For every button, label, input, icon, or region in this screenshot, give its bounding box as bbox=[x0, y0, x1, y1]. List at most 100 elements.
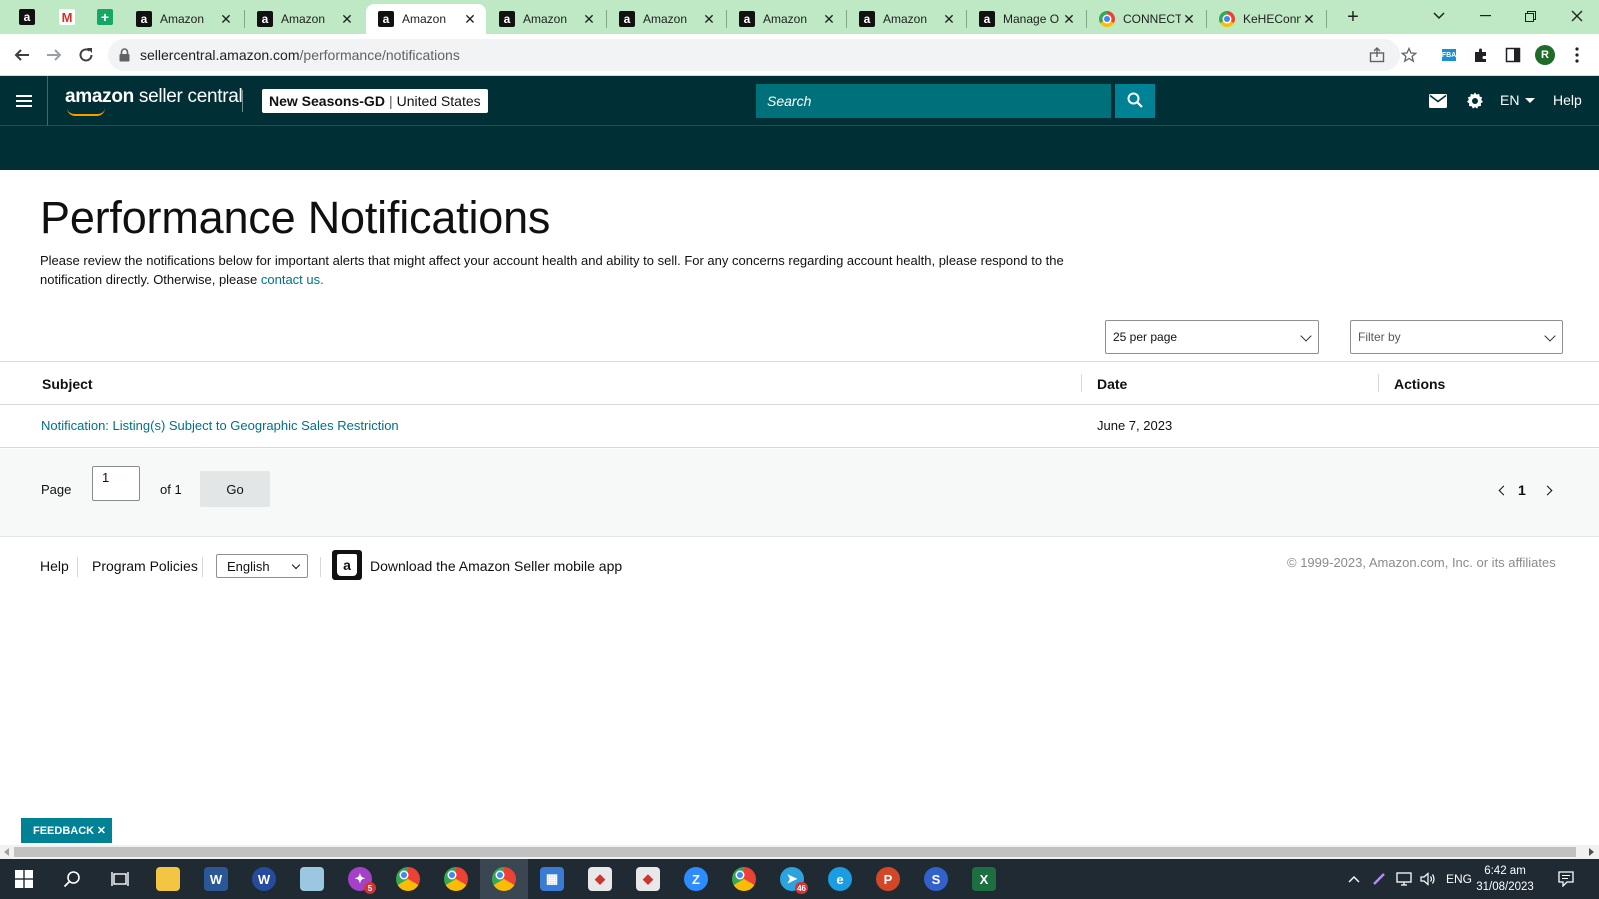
powerpoint-icon[interactable]: P bbox=[864, 859, 912, 899]
browser-tab[interactable]: a Amazon ✕ bbox=[727, 4, 845, 34]
side-panel-icon[interactable] bbox=[1502, 44, 1524, 66]
feedback-button[interactable]: FEEDBACK ✕ bbox=[21, 818, 112, 843]
browser-tab[interactable]: a Amazon ✕ bbox=[847, 4, 965, 34]
chrome-menu-icon[interactable] bbox=[1566, 44, 1588, 66]
taskbar-clock[interactable]: 6:42 am 31/08/2023 bbox=[1470, 863, 1540, 895]
close-icon[interactable]: ✕ bbox=[1301, 11, 1317, 28]
scrollbar-thumb[interactable] bbox=[14, 847, 1576, 857]
seller-app-icon[interactable]: a bbox=[332, 550, 362, 580]
notification-center-icon[interactable] bbox=[1558, 859, 1574, 899]
previous-page-icon[interactable] bbox=[1498, 485, 1509, 496]
pinned-tab-gmail[interactable]: M bbox=[52, 5, 82, 29]
browser-tab[interactable]: a Manage O ✕ bbox=[967, 4, 1085, 34]
address-bar[interactable]: sellercentral.amazon.com/performance/not… bbox=[108, 39, 1417, 71]
taskbar-search-icon[interactable] bbox=[48, 859, 96, 899]
chrome-active-icon[interactable] bbox=[480, 859, 528, 899]
contact-us-link[interactable]: contact us. bbox=[261, 272, 324, 287]
tab-search-icon[interactable] bbox=[1424, 4, 1454, 28]
fba-extension-icon[interactable]: FBA bbox=[1438, 44, 1460, 66]
chrome-profile-3-icon[interactable] bbox=[720, 859, 768, 899]
mail-icon[interactable] bbox=[1427, 90, 1449, 112]
column-header-subject[interactable]: Subject bbox=[42, 376, 93, 392]
horizontal-scrollbar[interactable] bbox=[0, 845, 1599, 859]
settings-gear-icon[interactable] bbox=[1464, 90, 1486, 112]
profile-avatar[interactable]: R bbox=[1534, 44, 1556, 66]
volume-icon[interactable] bbox=[1420, 859, 1436, 899]
footer-help-link[interactable]: Help bbox=[40, 558, 69, 574]
chrome-profile-2-icon[interactable] bbox=[432, 859, 480, 899]
language-code: EN bbox=[1500, 92, 1520, 108]
restore-icon[interactable] bbox=[1515, 4, 1545, 28]
reload-icon[interactable] bbox=[72, 42, 100, 68]
telegram-icon[interactable]: ➤ 46 bbox=[768, 859, 816, 899]
minimize-icon[interactable] bbox=[1470, 4, 1500, 28]
chrome-profile-1-icon[interactable] bbox=[384, 859, 432, 899]
edge-icon[interactable]: e bbox=[816, 859, 864, 899]
windows-start-icon[interactable] bbox=[0, 859, 48, 899]
close-icon[interactable]: ✕ bbox=[339, 11, 355, 28]
word-icon[interactable]: W bbox=[192, 859, 240, 899]
filter-by-select[interactable]: Filter by bbox=[1350, 320, 1563, 354]
close-icon[interactable]: ✕ bbox=[581, 11, 597, 28]
store-switcher[interactable]: New Seasons-GD | United States bbox=[262, 89, 488, 113]
close-icon[interactable]: ✕ bbox=[821, 11, 837, 28]
new-tab-button[interactable]: + bbox=[1341, 5, 1365, 29]
bookmark-star-icon[interactable] bbox=[1398, 45, 1420, 65]
download-app-link[interactable]: Download the Amazon Seller mobile app bbox=[370, 558, 622, 574]
browser-tab[interactable]: a Amazon ✕ bbox=[124, 4, 242, 34]
scroll-right-icon[interactable] bbox=[1589, 848, 1594, 856]
show-hidden-icons[interactable] bbox=[1348, 859, 1360, 899]
extensions-puzzle-icon[interactable] bbox=[1470, 44, 1492, 66]
go-button[interactable]: Go bbox=[200, 471, 270, 507]
close-icon[interactable]: ✕ bbox=[1061, 11, 1077, 28]
lock-icon[interactable] bbox=[118, 48, 130, 62]
browser-tab[interactable]: CONNECT ✕ bbox=[1087, 4, 1205, 34]
next-page-icon[interactable] bbox=[1542, 485, 1553, 496]
input-language[interactable]: ENG bbox=[1446, 859, 1472, 899]
network-icon[interactable] bbox=[1396, 859, 1412, 899]
browser-tab-active[interactable]: a Amazon ✕ bbox=[366, 4, 486, 34]
forward-arrow-icon[interactable] bbox=[40, 42, 68, 68]
pinned-tab-amazon[interactable]: a bbox=[12, 5, 42, 29]
word-alt-icon[interactable]: W bbox=[240, 859, 288, 899]
pen-icon[interactable] bbox=[1372, 859, 1386, 899]
close-icon[interactable]: ✕ bbox=[1181, 11, 1197, 28]
browser-tab[interactable]: a Amazon ✕ bbox=[245, 4, 363, 34]
program-policies-link[interactable]: Program Policies bbox=[92, 558, 198, 574]
close-icon[interactable]: ✕ bbox=[218, 11, 234, 28]
app-window-2-icon[interactable]: ◆ bbox=[624, 859, 672, 899]
feedback-close-icon[interactable]: ✕ bbox=[97, 824, 106, 837]
file-explorer-icon[interactable] bbox=[144, 859, 192, 899]
language-selector[interactable]: EN bbox=[1500, 92, 1536, 108]
search-button[interactable] bbox=[1115, 84, 1155, 118]
column-header-date[interactable]: Date bbox=[1097, 376, 1127, 392]
app-window-icon[interactable]: ◆ bbox=[576, 859, 624, 899]
window-close-icon[interactable] bbox=[1562, 4, 1592, 28]
pinned-tab-sheets[interactable]: + bbox=[90, 5, 120, 29]
footer-language-select[interactable]: English bbox=[216, 554, 308, 578]
excel-icon[interactable]: X bbox=[960, 859, 1008, 899]
hamburger-menu-icon[interactable] bbox=[0, 76, 48, 126]
task-view-icon[interactable] bbox=[96, 859, 144, 899]
notification-subject-link[interactable]: Notification: Listing(s) Subject to Geog… bbox=[41, 418, 399, 433]
current-page-number[interactable]: 1 bbox=[1518, 482, 1526, 498]
browser-tab[interactable]: a Amazon ✕ bbox=[487, 4, 605, 34]
scroll-left-icon[interactable] bbox=[4, 848, 9, 856]
calculator-icon[interactable]: ▦ bbox=[528, 859, 576, 899]
browser-tab[interactable]: a Amazon ✕ bbox=[607, 4, 725, 34]
search-input[interactable]: Search bbox=[756, 84, 1111, 118]
page-number-input[interactable] bbox=[92, 466, 140, 501]
seller-central-logo[interactable]: amazon seller central bbox=[65, 86, 243, 116]
messenger-icon[interactable]: ✦ 5 bbox=[336, 859, 384, 899]
close-icon[interactable]: ✕ bbox=[941, 11, 957, 28]
back-arrow-icon[interactable] bbox=[8, 42, 36, 68]
browser-tab[interactable]: KeHEConn ✕ bbox=[1207, 4, 1325, 34]
per-page-select[interactable]: 25 per page bbox=[1105, 320, 1319, 354]
zoom-icon[interactable]: Z bbox=[672, 859, 720, 899]
intro-body: Please review the notifications below fo… bbox=[40, 253, 1064, 287]
close-icon[interactable]: ✕ bbox=[462, 11, 478, 28]
help-link[interactable]: Help bbox=[1553, 92, 1582, 108]
notepad-icon[interactable] bbox=[288, 859, 336, 899]
close-icon[interactable]: ✕ bbox=[701, 11, 717, 28]
simplenote-icon[interactable]: S bbox=[912, 859, 960, 899]
